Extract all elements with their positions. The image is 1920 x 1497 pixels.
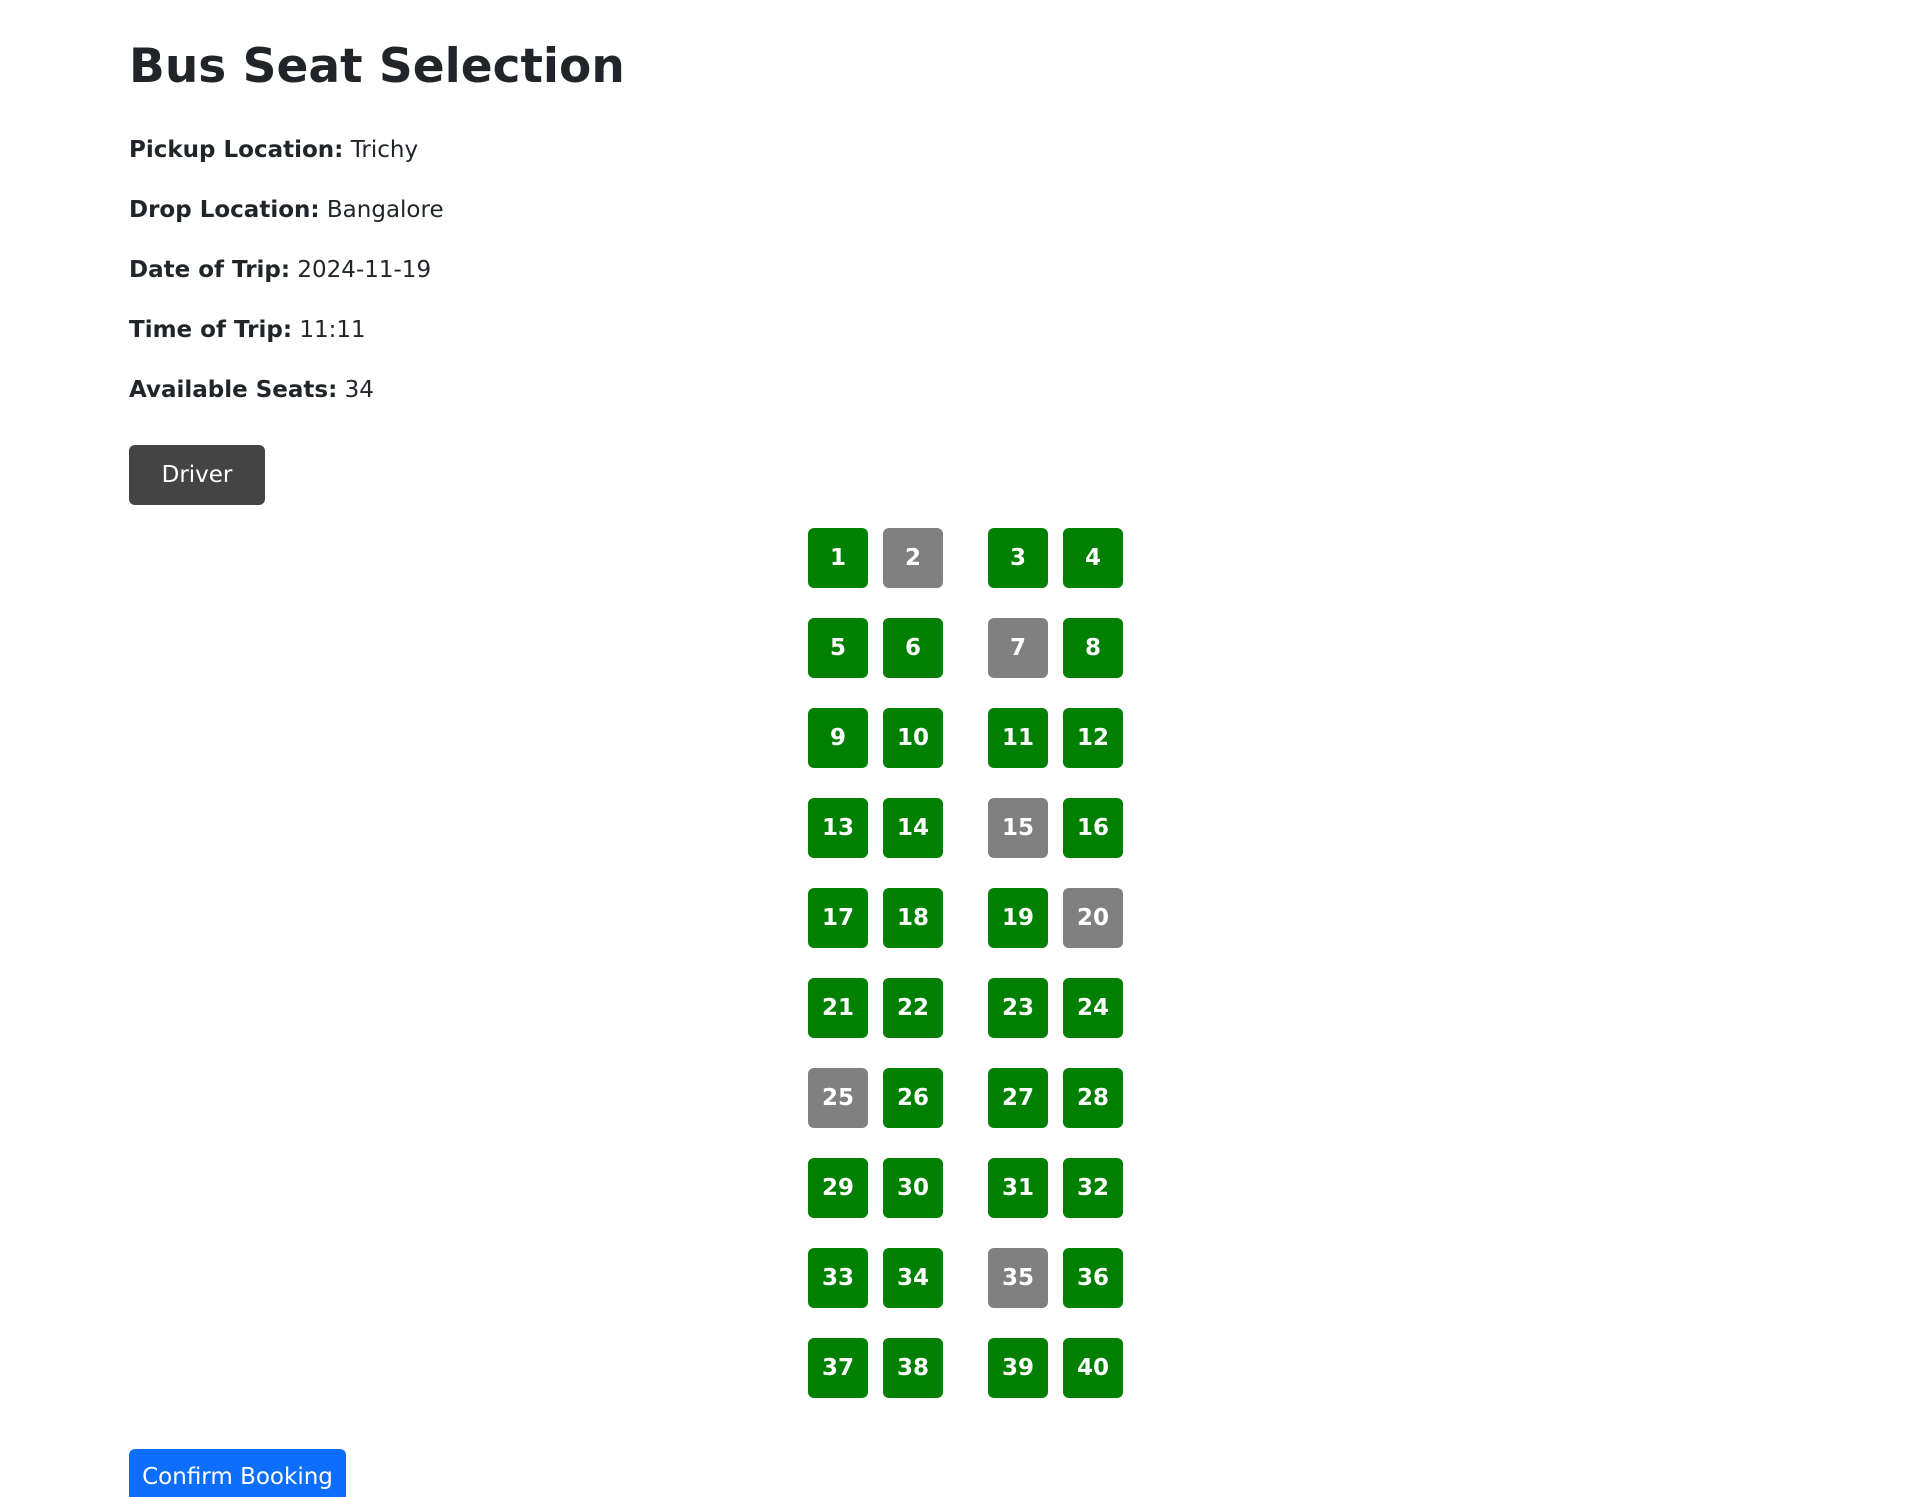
seat-button[interactable]: 9 [808, 708, 868, 768]
seat-button[interactable]: 10 [883, 708, 943, 768]
seat-button[interactable]: 11 [988, 708, 1048, 768]
seat-button[interactable]: 30 [883, 1158, 943, 1218]
seat-button[interactable]: 32 [1063, 1158, 1123, 1218]
seat-button[interactable]: 12 [1063, 708, 1123, 768]
seat-button[interactable]: 21 [808, 978, 868, 1038]
seat-button[interactable]: 8 [1063, 618, 1123, 678]
seat-button[interactable]: 31 [988, 1158, 1048, 1218]
seat-button[interactable]: 13 [808, 798, 868, 858]
seat-button[interactable]: 36 [1063, 1248, 1123, 1308]
seat-button[interactable]: 40 [1063, 1338, 1123, 1398]
trip-time-line: Time of Trip: 11:11 [129, 314, 366, 346]
seat-button[interactable]: 20 [1063, 888, 1123, 948]
seat-button[interactable]: 23 [988, 978, 1048, 1038]
trip-date-line: Date of Trip: 2024-11-19 [129, 254, 431, 286]
seat-button[interactable]: 24 [1063, 978, 1123, 1038]
page-title: Bus Seat Selection [129, 39, 625, 94]
pickup-location-value: Trichy [350, 137, 419, 163]
available-seats-value: 34 [344, 377, 374, 403]
seat-button[interactable]: 22 [883, 978, 943, 1038]
seat-button[interactable]: 15 [988, 798, 1048, 858]
seat-button[interactable]: 33 [808, 1248, 868, 1308]
seat-button[interactable]: 27 [988, 1068, 1048, 1128]
page-container: Bus Seat Selection Pickup Location: Tric… [0, 0, 1920, 1497]
seat-button[interactable]: 34 [883, 1248, 943, 1308]
seat-button[interactable]: 19 [988, 888, 1048, 948]
seat-button[interactable]: 5 [808, 618, 868, 678]
seat-button[interactable]: 37 [808, 1338, 868, 1398]
confirm-booking-button[interactable]: Confirm Booking [129, 1449, 346, 1497]
available-seats-line: Available Seats: 34 [129, 374, 374, 406]
seat-button[interactable]: 18 [883, 888, 943, 948]
seat-button[interactable]: 4 [1063, 528, 1123, 588]
driver-button[interactable]: Driver [129, 445, 265, 505]
seat-button[interactable]: 16 [1063, 798, 1123, 858]
trip-date-label: Date of Trip: [129, 257, 291, 283]
seat-button[interactable]: 39 [988, 1338, 1048, 1398]
seat-button[interactable]: 6 [883, 618, 943, 678]
seat-grid: 1 2 3 4 5 6 7 8 9 10 11 12 13 14 15 16 17 18 19 20 21 22 23 24 2… [808, 528, 1124, 1408]
seat-button[interactable]: 25 [808, 1068, 868, 1128]
seat-button[interactable]: 7 [988, 618, 1048, 678]
drop-location-value: Bangalore [326, 197, 444, 223]
seat-button[interactable]: 26 [883, 1068, 943, 1128]
pickup-location-line: Pickup Location: Trichy [129, 134, 418, 166]
drop-location-label: Drop Location: [129, 197, 320, 223]
seat-button[interactable]: 35 [988, 1248, 1048, 1308]
seat-button[interactable]: 1 [808, 528, 868, 588]
seat-button[interactable]: 38 [883, 1338, 943, 1398]
seat-button[interactable]: 29 [808, 1158, 868, 1218]
trip-time-label: Time of Trip: [129, 317, 293, 343]
drop-location-line: Drop Location: Bangalore [129, 194, 444, 226]
trip-date-value: 2024-11-19 [297, 257, 432, 283]
seat-button[interactable]: 14 [883, 798, 943, 858]
seat-button[interactable]: 2 [883, 528, 943, 588]
pickup-location-label: Pickup Location: [129, 137, 344, 163]
seat-button[interactable]: 28 [1063, 1068, 1123, 1128]
available-seats-label: Available Seats: [129, 377, 338, 403]
seat-button[interactable]: 17 [808, 888, 868, 948]
trip-time-value: 11:11 [299, 317, 366, 343]
seat-button[interactable]: 3 [988, 528, 1048, 588]
